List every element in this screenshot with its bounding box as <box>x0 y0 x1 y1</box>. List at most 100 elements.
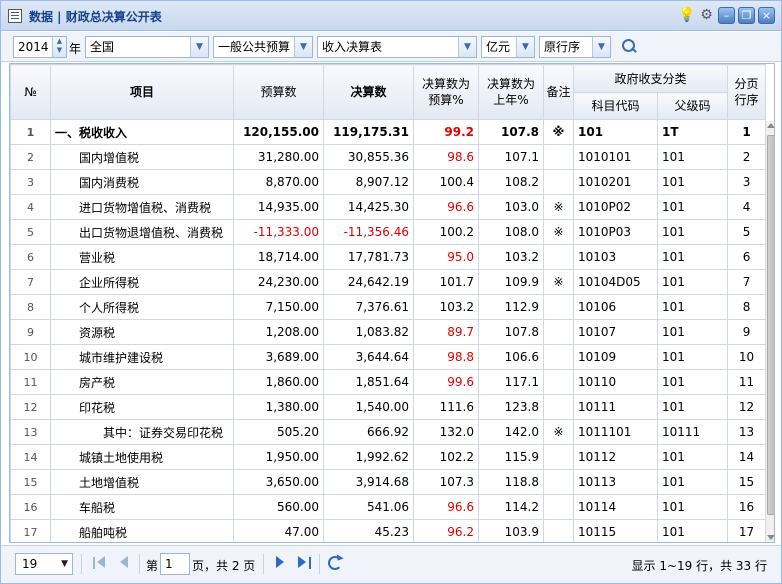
search-icon[interactable] <box>621 38 637 54</box>
spinner-arrows-icon[interactable]: ▲ ▼ <box>52 37 66 57</box>
page-size-value: 19 <box>22 557 38 571</box>
header-note[interactable]: 备注 <box>543 64 574 120</box>
parent-code-cell: 10111 <box>656 419 729 445</box>
chevron-down-icon[interactable]: ▼ <box>516 37 534 57</box>
item-cell: 出口货物退增值税、消费税 <box>50 219 234 245</box>
item-cell: 城镇土地使用税 <box>50 444 234 470</box>
item-cell: 车船税 <box>50 494 234 520</box>
pct-budget-cell: 98.8 <box>413 344 479 370</box>
budget-type-select[interactable]: 一般公共预算 ▼ <box>213 36 313 58</box>
subject-code-cell: 10114 <box>573 494 658 520</box>
header-final[interactable]: 决算数 <box>323 64 414 120</box>
chevron-down-icon[interactable]: ▼ <box>294 37 312 57</box>
table-type-select[interactable]: 收入决算表 ▼ <box>317 36 477 58</box>
page-order-cell: 13 <box>727 419 767 445</box>
vertical-scrollbar[interactable] <box>765 121 774 542</box>
table-row[interactable]: 6 营业税 18,714.00 17,781.73 95.0 103.2 10103 101 6 <box>10 244 767 270</box>
row-number: 15 <box>10 469 51 495</box>
table-row[interactable]: 8 个人所得税 7,150.00 7,376.61 103.2 112.9 10106 101… <box>10 294 767 320</box>
region-select[interactable]: 全国 ▼ <box>85 36 209 58</box>
header-pct-budget[interactable]: 决算数为 预算% <box>413 64 479 120</box>
header-pct-last[interactable]: 决算数为 上年% <box>478 64 544 120</box>
minimize-button[interactable]: – <box>718 7 735 24</box>
scroll-down-icon[interactable] <box>767 535 774 540</box>
next-page-icon[interactable] <box>273 556 287 570</box>
help-icon[interactable]: 💡 <box>678 7 695 24</box>
chevron-down-icon[interactable]: ▼ <box>458 37 476 57</box>
table-row[interactable]: 16 车船税 560.00 541.06 96.6 114.2 10114 101 16 <box>10 494 767 520</box>
scroll-thumb[interactable] <box>767 135 774 515</box>
row-number: 4 <box>10 194 51 220</box>
pct-last-cell: 114.2 <box>478 494 544 520</box>
page-order-cell: 4 <box>727 194 767 220</box>
pagination-bar: 19 ▼ 第 1 页，共 2 页 显示 1~19 行，共 33 行 <box>1 545 781 583</box>
pct-last-cell: 142.0 <box>478 419 544 445</box>
header-item[interactable]: 项目 <box>50 64 234 120</box>
divider <box>263 554 264 574</box>
year-spinner[interactable]: 2014 ▲ ▼ <box>13 36 67 58</box>
data-grid: № 项目 预算数 决算数 决算数为 预算% 决算数为 上年% 备注 政府收支分类 分… <box>9 63 775 543</box>
filter-toolbar: 2014 ▲ ▼ 年 全国 ▼ 一般公共预算 ▼ 收入决算表 ▼ 亿元 ▼ 原行序… <box>1 32 781 62</box>
table-row[interactable]: 7 企业所得税 24,230.00 24,642.19 101.7 109.9 ※ 10104… <box>10 269 767 295</box>
table-row[interactable]: 2 国内增值税 31,280.00 30,855.36 98.6 107.1 1010101… <box>10 144 767 170</box>
first-page-icon[interactable] <box>93 556 107 570</box>
header-parent-code[interactable]: 父级码 <box>656 92 729 120</box>
subject-code-cell: 10103 <box>573 244 658 270</box>
item-cell: 营业税 <box>50 244 234 270</box>
pct-last-cell: 108.2 <box>478 169 544 195</box>
unit-select[interactable]: 亿元 ▼ <box>481 36 535 58</box>
header-page-order[interactable]: 分页 行序 <box>727 64 767 120</box>
table-row[interactable]: 15 土地增值税 3,650.00 3,914.68 107.3 118.8 10113 10… <box>10 469 767 495</box>
last-page-icon[interactable] <box>297 556 311 570</box>
budget-cell: 560.00 <box>233 494 324 520</box>
table-body: 1 一、税收收入 120,155.00 119,175.31 99.2 107.8 ※ 101… <box>10 119 767 542</box>
final-cell: 3,644.64 <box>323 344 414 370</box>
chevron-down-icon[interactable]: ▼ <box>592 37 610 57</box>
table-row[interactable]: 14 城镇土地使用税 1,950.00 1,992.62 102.2 115.9 10112… <box>10 444 767 470</box>
page-size-select[interactable]: 19 ▼ <box>15 553 73 575</box>
maximize-button[interactable]: ❐ <box>738 7 755 24</box>
table-row[interactable]: 17 船舶吨税 47.00 45.23 96.2 103.9 10115 101 17 <box>10 519 767 542</box>
item-cell: 国内消费税 <box>50 169 234 195</box>
item-cell: 其中：证券交易印花税 <box>50 419 234 445</box>
pct-budget-cell: 102.2 <box>413 444 479 470</box>
page-number-input[interactable]: 1 <box>160 553 190 575</box>
subject-code-cell: 10113 <box>573 469 658 495</box>
parent-code-cell: 101 <box>656 344 729 370</box>
gear-icon[interactable]: ⚙ <box>698 7 715 24</box>
row-number: 17 <box>10 519 51 542</box>
prev-page-icon[interactable] <box>117 556 131 570</box>
chevron-down-icon[interactable]: ▼ <box>61 554 68 574</box>
refresh-icon[interactable] <box>328 556 342 570</box>
table-row[interactable]: 1 一、税收收入 120,155.00 119,175.31 99.2 107.8 ※ 101… <box>10 119 767 145</box>
pct-budget-cell: 132.0 <box>413 419 479 445</box>
table-row[interactable]: 13 其中：证券交易印花税 505.20 666.92 132.0 142.0 ※ 10111… <box>10 419 767 445</box>
page-order-cell: 9 <box>727 319 767 345</box>
budget-cell: 120,155.00 <box>233 119 324 145</box>
header-subject-code[interactable]: 科目代码 <box>573 92 658 120</box>
budget-cell: 8,870.00 <box>233 169 324 195</box>
window-title: 数据 | 财政总决算公开表 <box>29 10 162 24</box>
table-row[interactable]: 12 印花税 1,380.00 1,540.00 111.6 123.8 10111 101 1… <box>10 394 767 420</box>
page-order-cell: 15 <box>727 469 767 495</box>
table-row[interactable]: 5 出口货物退增值税、消费税 -11,333.00 -11,356.46 100.2 10… <box>10 219 767 245</box>
row-number: 13 <box>10 419 51 445</box>
table-row[interactable]: 11 房产税 1,860.00 1,851.64 99.6 117.1 10110 101 11 <box>10 369 767 395</box>
row-number: 9 <box>10 319 51 345</box>
note-cell <box>543 494 574 520</box>
table-row[interactable]: 4 进口货物增值税、消费税 14,935.00 14,425.30 96.6 103.0 ※… <box>10 194 767 220</box>
table-row[interactable]: 10 城市维护建设税 3,689.00 3,644.64 98.8 106.6 10109 1… <box>10 344 767 370</box>
note-cell <box>543 394 574 420</box>
table-row[interactable]: 9 资源税 1,208.00 1,083.82 89.7 107.8 10107 101 9 <box>10 319 767 345</box>
parent-code-cell: 101 <box>656 294 729 320</box>
scroll-up-icon[interactable] <box>767 123 774 128</box>
close-button[interactable]: × <box>758 7 775 24</box>
pct-budget-cell: 95.0 <box>413 244 479 270</box>
header-pct-last-line2: 上年% <box>493 93 529 107</box>
table-row[interactable]: 3 国内消费税 8,870.00 8,907.12 100.4 108.2 1010201 1… <box>10 169 767 195</box>
parent-code-cell: 101 <box>656 169 729 195</box>
chevron-down-icon[interactable]: ▼ <box>190 37 208 57</box>
order-select[interactable]: 原行序 ▼ <box>539 36 611 58</box>
parent-code-cell: 101 <box>656 144 729 170</box>
header-budget[interactable]: 预算数 <box>233 64 324 120</box>
